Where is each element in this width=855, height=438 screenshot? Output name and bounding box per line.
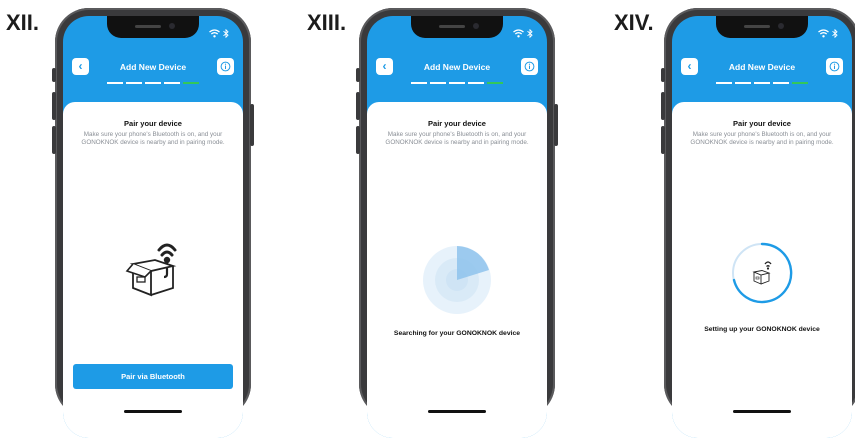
bluetooth-icon [527,29,533,38]
step-number: XII. [6,10,40,35]
status-bar [818,29,838,38]
info-icon [524,61,535,72]
notch [107,16,199,38]
card-description: Make sure your phone's Bluetooth is on, … [81,131,225,147]
status-bar [513,29,533,38]
card-title: Pair your device [733,119,791,128]
wifi-icon [209,29,220,38]
bluetooth-icon [223,29,229,38]
app-header: ‹ Add New Device [367,52,547,102]
device-box-icon [125,243,177,297]
app-screen: ‹ Add New Device Pair your device Make s… [672,16,852,438]
pair-via-bluetooth-button[interactable]: Pair via Bluetooth [73,364,233,389]
app-screen: ‹ Add New Device Pair your device Make s… [63,16,243,438]
wifi-icon [818,29,829,38]
header-title: Add New Device [423,62,491,72]
card-title: Pair your device [124,119,182,128]
pairing-card: Pair your device Make sure your phone's … [672,102,852,438]
app-screen: ‹ Add New Device Pair your device Make s… [367,16,547,438]
step-progress [716,82,808,84]
info-button[interactable] [217,58,234,75]
status-bar [209,29,229,38]
app-header: ‹ Add New Device [672,52,852,102]
card-description: Make sure your phone's Bluetooth is on, … [690,131,834,147]
card-title: Pair your device [428,119,486,128]
pairing-card: Pair your device Make sure your phone's … [63,102,243,438]
info-icon [829,61,840,72]
step-progress [107,82,199,84]
header-title: Add New Device [728,62,796,72]
header-title: Add New Device [119,62,187,72]
info-button[interactable] [826,58,843,75]
home-indicator [124,410,182,413]
bluetooth-icon [832,29,838,38]
pairing-card: Pair your device Make sure your phone's … [367,102,547,438]
phone-mockup-step-12: ‹ Add New Device Pair your device Make s… [52,8,254,438]
phone-mockup-step-13: ‹ Add New Device Pair your device Make s… [356,8,558,438]
search-status: Searching for your GONOKNOK device [393,330,521,337]
setup-progress-icon [732,242,793,304]
step-number: XIII. [307,10,347,35]
setup-status: Setting up your GONOKNOK device [704,326,820,333]
wifi-icon [513,29,524,38]
home-indicator [428,410,486,413]
home-indicator [733,410,791,413]
app-header: ‹ Add New Device [63,52,243,102]
step-number: XIV. [614,10,654,35]
info-button[interactable] [521,58,538,75]
notch [716,16,808,38]
card-description: Make sure your phone's Bluetooth is on, … [385,131,529,147]
info-icon [220,61,231,72]
phone-mockup-step-14: ‹ Add New Device Pair your device Make s… [661,8,855,438]
notch [411,16,503,38]
step-progress [411,82,503,84]
radar-scan-icon [423,246,491,314]
